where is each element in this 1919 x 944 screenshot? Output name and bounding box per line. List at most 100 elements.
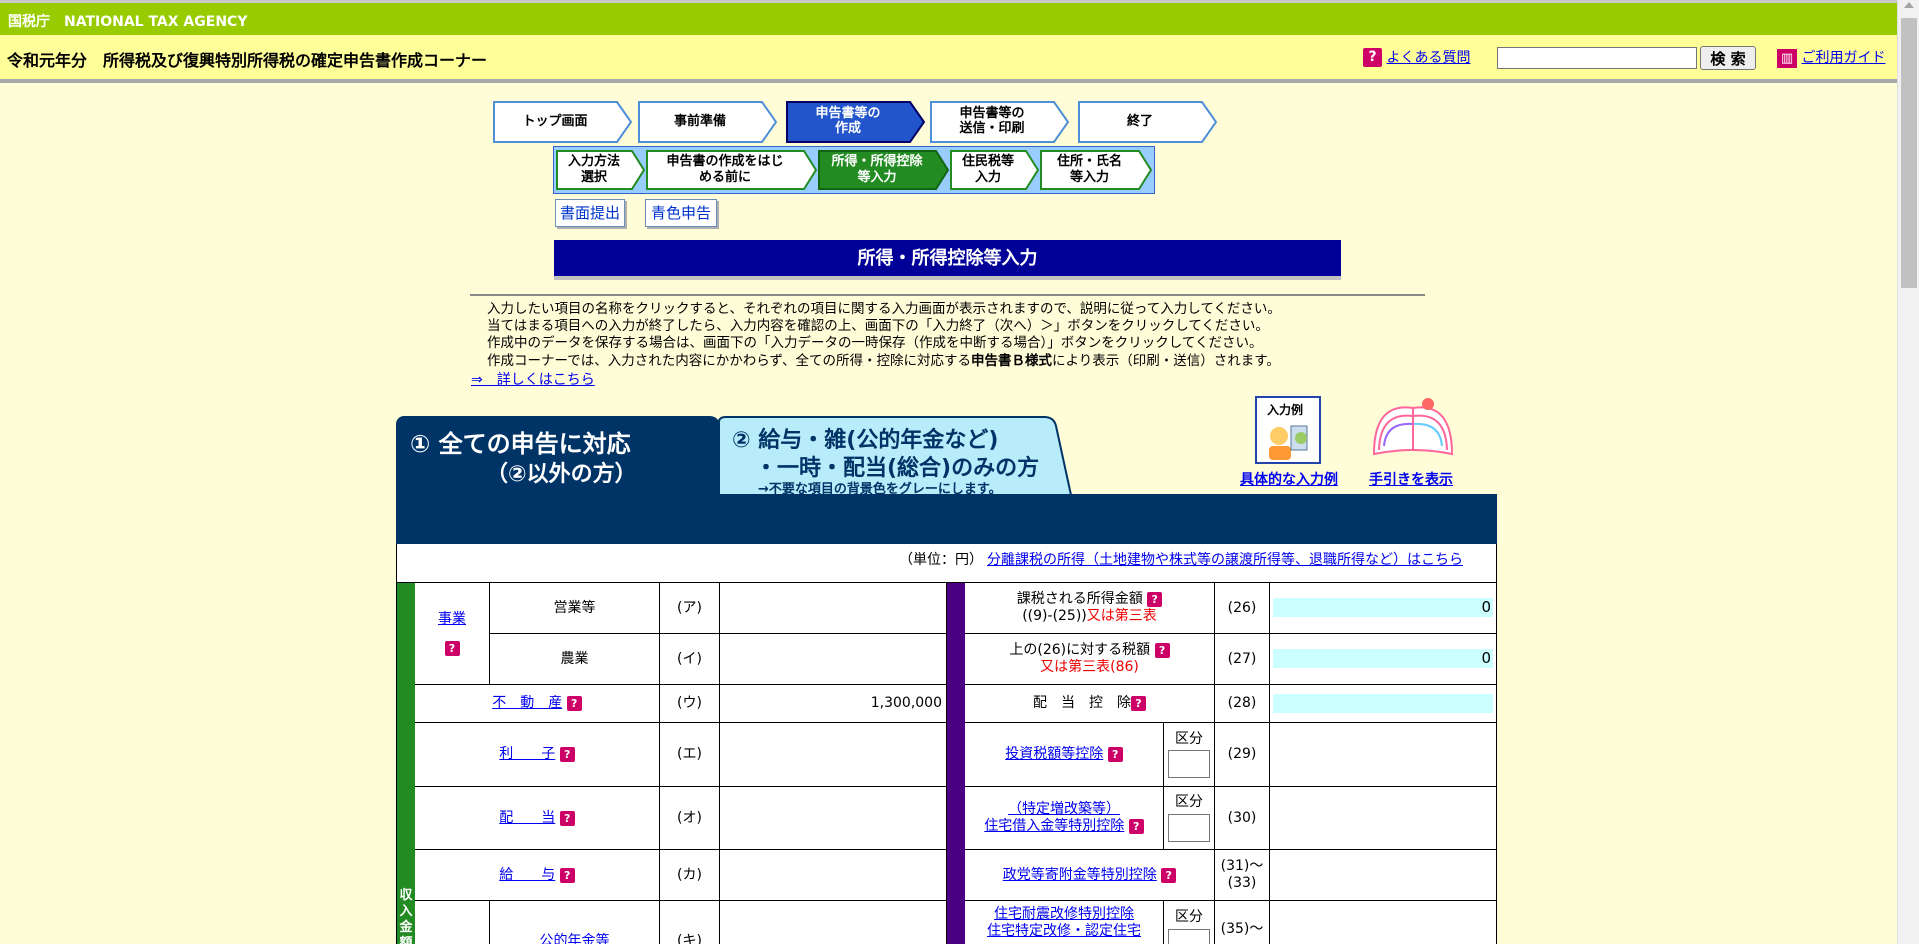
faq-link[interactable]: よくある質問 [1386,50,1470,66]
interest-value[interactable] [720,723,947,787]
substep-income-deduction[interactable]: 所得・所得控除 等入力 [818,150,950,190]
tab-label: ① 全ての申告に対応 [410,430,631,458]
unit-row: （単位：円） 分離課税の所得（土地建物や株式等の譲渡所得等、退職所得など）はこち… [397,544,1497,583]
help-icon[interactable]: ? [559,747,575,762]
help-icon[interactable]: ? [566,696,582,711]
step-label: 終了 [1126,113,1153,129]
step-label: トップ画面 [522,113,588,129]
political-donation-value[interactable] [1270,850,1497,901]
help-icon[interactable]: ? [559,810,575,826]
agency-bar: 国税庁 NATIONAL TAX AGENCY [0,0,1897,35]
interest-link[interactable]: 利 子 [499,746,555,763]
help-icon[interactable]: ? [559,867,575,883]
substep-address-name[interactable]: 住所・氏名 等入力 [1040,150,1153,190]
tax-section-bar [947,583,965,944]
income-tax-table: （単位：円） 分離課税の所得（土地建物や株式等の譲渡所得等、退職所得など）はこち… [396,544,1497,944]
substep-resident-tax[interactable]: 住民税等 入力 [950,150,1040,190]
category-input[interactable] [1168,813,1210,842]
tab-salary-pension-only[interactable]: ② 給与・雑(公的年金など) ・一時・配当(総合)のみの方 →不要な項目の背景色… [718,416,1072,497]
tax-amount-value: 0 [1273,649,1493,668]
category-input[interactable] [1168,928,1210,944]
dividend-link[interactable]: 配 当 [499,810,555,827]
real-estate-value[interactable]: 1,300,000 [720,685,947,723]
step-preparation[interactable]: 事前準備 [638,101,778,143]
help-icon[interactable]: ? [1107,747,1123,762]
step-top[interactable]: トップ画面 [493,101,633,143]
agriculture-value[interactable] [720,634,947,685]
title-bar: 令和元年分 所得税及び復興特別所得税の確定申告書作成コーナー ? よくある質問 … [0,35,1897,83]
income-section-bar: 収入金額等 [397,583,415,944]
misc-group-cell [415,901,490,944]
seismic-renovation-link[interactable]: 住宅耐震改修特別控除 [994,906,1134,923]
housing-loan-link-line1[interactable]: （特定増改築等） [1008,801,1120,818]
investment-credit-link[interactable]: 投資税額等控除 [1005,746,1103,763]
dividend-credit-field [1270,685,1497,723]
search-button[interactable]: 検 索 [1700,46,1756,70]
separate-taxation-link[interactable]: 分離課税の所得（土地建物や株式等の譲渡所得等、退職所得など）はこちら [987,549,1463,569]
row-label: 配 当 控 除 [1033,695,1131,712]
interest-cell: 利 子 ? [415,723,660,787]
category-cell: 区分 [1164,787,1215,850]
search-input[interactable] [1497,47,1697,69]
tax-amount-cell: 上の(26)に対する税額 ? 又は第三表(86) [965,634,1215,685]
page: 国税庁 NATIONAL TAX AGENCY 令和元年分 所得税及び復興特別所… [0,0,1897,944]
political-donation-link[interactable]: 政党等寄附金等特別控除 [1003,867,1157,884]
substep-before-start[interactable]: 申告書の作成をはじ める前に [646,150,818,190]
substep-input-method[interactable]: 入力方法 選択 [556,150,646,190]
row-code: (35)～ [1215,901,1270,944]
instructions: 入力したい項目の名称をクリックすると、それぞれの項目に関する入力画面が表示されま… [487,301,1281,370]
instruction-line: 作成中のデータを保存する場合は、画面下の「入力データの一時保存（作成を中断する場… [487,335,1263,352]
details-link[interactable]: ⇒ 詳しくはこちら [471,369,595,389]
help-icon[interactable]: ? [1154,642,1170,658]
seismic-renovation-value[interactable] [1270,901,1497,944]
seismic-renovation-cell: 住宅耐震改修特別控除 住宅特定改修・認定住宅 [965,901,1164,944]
paper-submission-button[interactable]: 書面提出 [555,199,625,227]
help-icon[interactable]: ? [444,641,460,657]
investment-credit-value[interactable] [1270,723,1497,787]
public-pension-value[interactable] [720,901,947,944]
help-icon[interactable]: ? [1128,818,1144,834]
input-example-link[interactable]: 具体的な入力例 [1240,469,1338,489]
user-guide-link[interactable]: ご利用ガイド [1801,50,1885,66]
help-icon[interactable]: ? [1147,591,1163,607]
housing-loan-value[interactable] [1270,787,1497,850]
show-guidebook-link[interactable]: 手引きを表示 [1369,469,1453,489]
row-code: (ウ) [660,685,720,723]
row-label: 課税される所得金額 [1016,591,1143,608]
question-icon: ? [1363,47,1382,67]
business-link[interactable]: 事業 [438,611,466,628]
investment-credit-cell: 投資税額等控除 ? [965,723,1164,787]
salary-link[interactable]: 給 与 [499,867,555,884]
public-pension-link[interactable]: 公的年金等 [540,933,610,944]
instruction-line: 作成コーナーでは、入力された内容にかかわらず、全ての所得・控除に対応する申告書Ｂ… [487,353,1281,370]
political-donation-cell: 政党等寄附金等特別控除 ? [965,850,1215,901]
housing-loan-cell: （特定増改築等） 住宅借入金等特別控除 ? [965,787,1164,850]
guide-link-group[interactable]: ▥ ご利用ガイド [1777,47,1885,68]
blue-return-button[interactable]: 青色申告 [645,199,717,227]
faq-link-group[interactable]: ? よくある質問 [1363,47,1470,67]
help-icon[interactable]: ? [1131,696,1146,711]
row-label: 農業 [490,634,660,685]
row-code: (30) [1215,787,1270,850]
category-input[interactable] [1168,750,1210,779]
scroll-up-arrow-icon[interactable] [1904,2,1914,8]
step-send-print[interactable]: 申告書等の 送信・印刷 [930,101,1070,143]
housing-loan-link-line2[interactable]: 住宅借入金等特別控除 [984,818,1124,834]
specific-renovation-link[interactable]: 住宅特定改修・認定住宅 [987,923,1141,940]
row-code: (カ) [660,850,720,901]
real-estate-link[interactable]: 不 動 産 [492,695,562,712]
business-sales-value[interactable] [720,583,947,634]
substep-label: 入力方法 選択 [567,154,620,185]
help-icon[interactable]: ? [1161,867,1177,883]
vertical-scrollbar[interactable] [1897,0,1919,944]
page-title: 令和元年分 所得税及び復興特別所得税の確定申告書作成コーナー [7,51,488,70]
input-example-icon[interactable]: 入力例 [1255,396,1321,464]
dividend-value[interactable] [720,787,947,850]
salary-value[interactable] [720,850,947,901]
category-cell: 区分 [1164,723,1215,787]
guidebook-icon[interactable] [1370,394,1456,464]
scrollbar-thumb[interactable] [1901,18,1917,288]
step-label: 申告書等の 作成 [815,106,881,136]
step-create[interactable]: 申告書等の 作成 [786,101,926,143]
step-finish[interactable]: 終了 [1078,101,1218,143]
